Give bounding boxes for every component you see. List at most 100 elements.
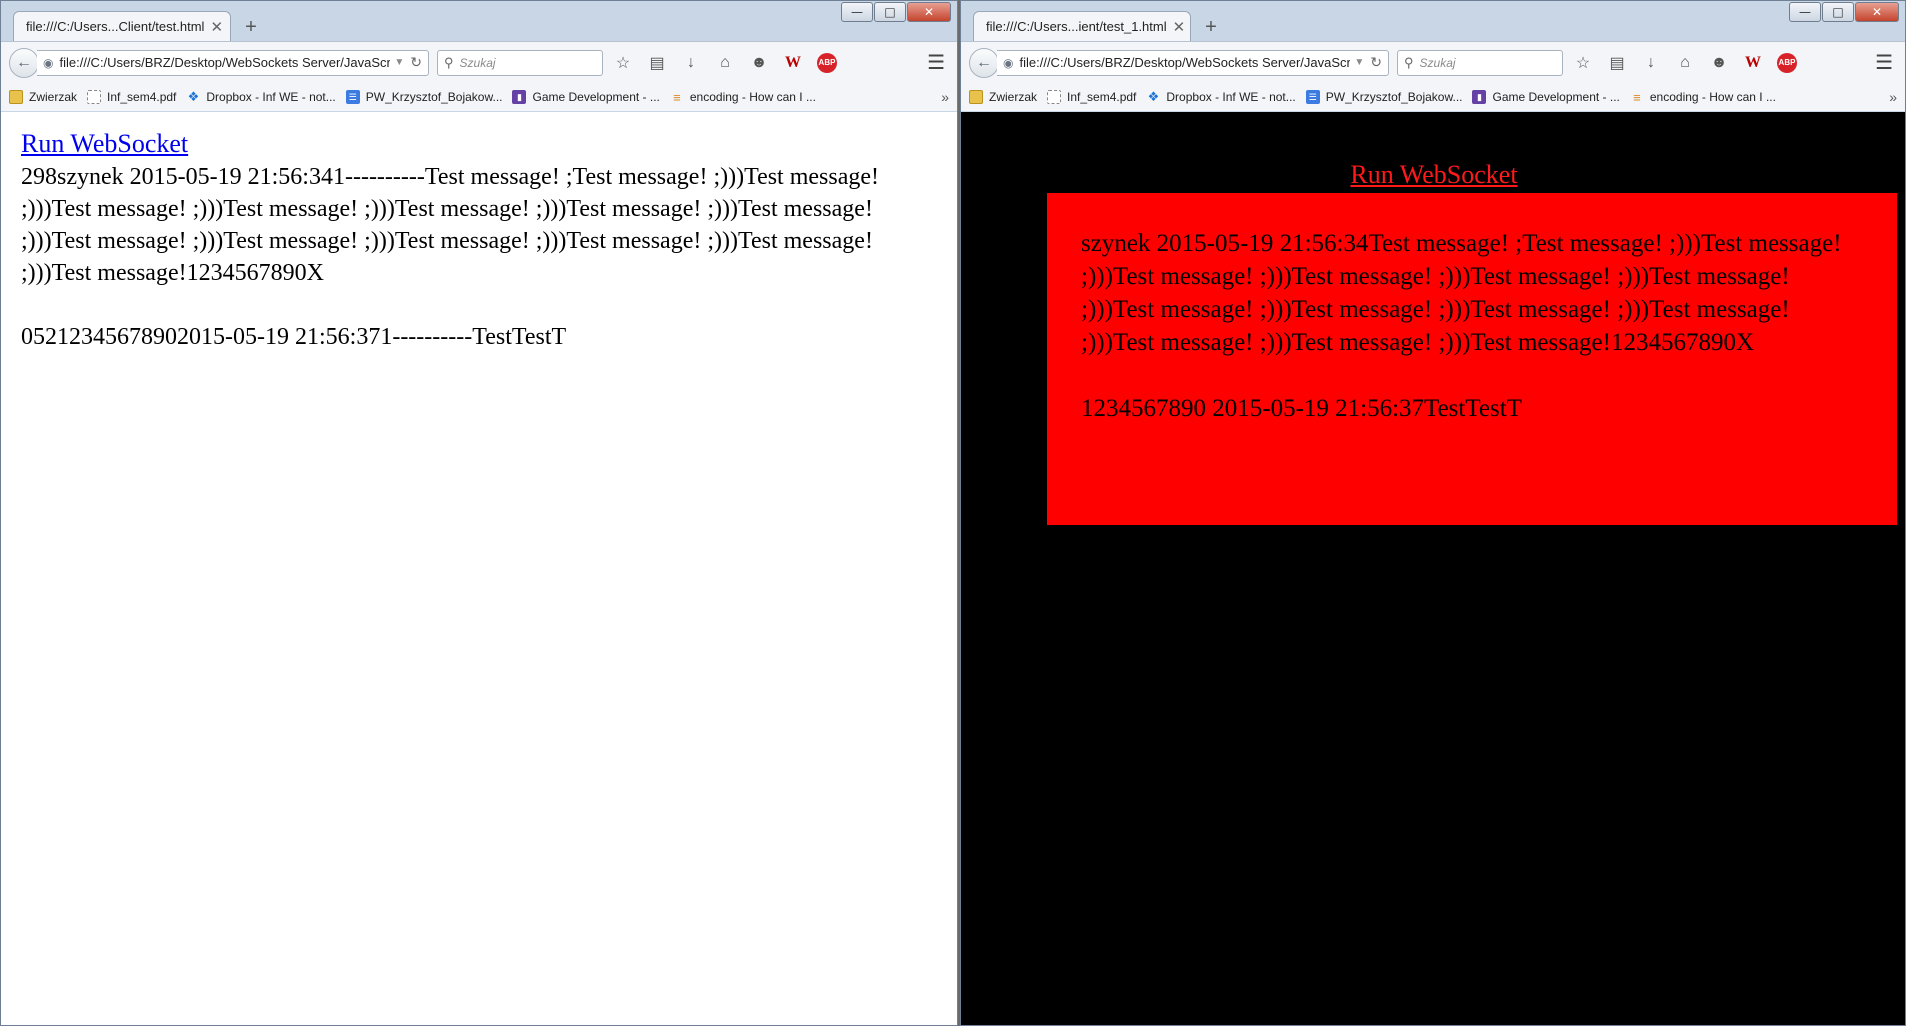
run-link-wrapper: Run WebSocket bbox=[961, 160, 1905, 190]
minimize-button[interactable]: — bbox=[1789, 2, 1821, 22]
bookmarks-toolbar: Zwierzak Inf_sem4.pdf ❖ Dropbox - Inf WE … bbox=[1, 83, 957, 111]
download-icon[interactable]: ↓ bbox=[681, 54, 701, 72]
tab-title: file:///C:/Users...ient/test_1.html bbox=[986, 19, 1167, 34]
bookmark-item[interactable]: Inf_sem4.pdf bbox=[87, 90, 176, 104]
home-icon[interactable]: ⌂ bbox=[715, 54, 735, 72]
close-window-button[interactable]: ✕ bbox=[1855, 2, 1899, 22]
url-text: file:///C:/Users/BRZ/Desktop/WebSockets … bbox=[1019, 55, 1351, 70]
bookmarks-toolbar: Zwierzak Inf_sem4.pdf ❖ Dropbox - Inf WE … bbox=[961, 83, 1905, 111]
history-dropdown-icon[interactable]: ▼ bbox=[1354, 57, 1364, 68]
bookmark-star-icon[interactable]: ☆ bbox=[1573, 53, 1593, 73]
new-tab-button[interactable]: + bbox=[237, 13, 265, 41]
bookmarks-overflow-icon[interactable]: » bbox=[941, 89, 949, 105]
minimize-button[interactable]: — bbox=[841, 2, 873, 22]
search-placeholder: Szukaj bbox=[1419, 55, 1456, 70]
doc-icon: ☰ bbox=[1305, 90, 1320, 104]
reading-list-icon[interactable]: ▤ bbox=[647, 53, 667, 73]
message-box: szynek 2015-05-19 21:56:34Test message! … bbox=[1047, 193, 1897, 525]
chat-icon[interactable]: ☻ bbox=[749, 54, 769, 72]
browser-window-right: — □ ✕ file:///C:/Users...ient/test_1.htm… bbox=[960, 0, 1906, 1026]
search-input[interactable]: ⚲ Szukaj bbox=[437, 49, 603, 76]
line-break bbox=[21, 289, 937, 321]
reload-icon[interactable]: ↻ bbox=[410, 54, 422, 71]
globe-icon: ◉ bbox=[43, 55, 54, 70]
adblock-icon[interactable]: ABP bbox=[817, 52, 837, 73]
menu-icon[interactable]: ☰ bbox=[927, 50, 949, 75]
bookmark-label: Dropbox - Inf WE - not... bbox=[1166, 90, 1296, 104]
tab-test-html[interactable]: file:///C:/Users...Client/test.html ✕ bbox=[13, 11, 231, 41]
bookmark-item[interactable]: ☰ PW_Krzysztof_Bojakow... bbox=[345, 90, 503, 104]
navigation-toolbar: ← ◉ file:///C:/Users/BRZ/Desktop/WebSock… bbox=[961, 41, 1905, 83]
twitch-icon: ▮ bbox=[512, 90, 527, 104]
maximize-button[interactable]: □ bbox=[1822, 2, 1854, 22]
message-text: szynek 2015-05-19 21:56:34Test message! … bbox=[1081, 230, 1842, 356]
search-icon: ⚲ bbox=[1404, 54, 1414, 70]
dropbox-icon: ❖ bbox=[187, 89, 200, 104]
bookmark-label: PW_Krzysztof_Bojakow... bbox=[365, 90, 503, 104]
bookmark-item[interactable]: ▮ Game Development - ... bbox=[1472, 90, 1620, 104]
address-bar[interactable]: ◉ file:///C:/Users/BRZ/Desktop/WebSocket… bbox=[997, 49, 1389, 76]
wikipedia-icon[interactable]: W bbox=[783, 54, 803, 72]
line-break bbox=[1081, 359, 1863, 392]
bookmark-item[interactable]: ≡ encoding - How can I ... bbox=[1630, 89, 1776, 105]
page-icon bbox=[87, 90, 102, 104]
chat-icon[interactable]: ☻ bbox=[1709, 54, 1729, 72]
home-icon[interactable]: ⌂ bbox=[1675, 54, 1695, 72]
toolbar-icons: ☆ ▤ ↓ ⌂ ☻ W ABP bbox=[613, 52, 837, 73]
tab-close-icon[interactable]: ✕ bbox=[1173, 18, 1186, 36]
tab-close-icon[interactable]: ✕ bbox=[210, 18, 223, 36]
run-websocket-link[interactable]: Run WebSocket bbox=[1350, 160, 1517, 189]
maximize-button[interactable]: □ bbox=[874, 2, 906, 22]
reload-icon[interactable]: ↻ bbox=[1370, 54, 1382, 71]
desktop: — □ ✕ file:///C:/Users...Client/test.htm… bbox=[0, 0, 1906, 1026]
bookmark-label: Zwierzak bbox=[989, 90, 1038, 104]
bookmark-item[interactable]: ☰ PW_Krzysztof_Bojakow... bbox=[1305, 90, 1462, 104]
bookmark-item[interactable]: ❖ Dropbox - Inf WE - not... bbox=[186, 89, 336, 104]
search-placeholder: Szukaj bbox=[459, 55, 496, 70]
download-icon[interactable]: ↓ bbox=[1641, 54, 1661, 72]
back-button[interactable]: ← bbox=[9, 47, 39, 78]
tab-strip: file:///C:/Users...ient/test_1.html ✕ + bbox=[973, 11, 1225, 41]
tab-strip: file:///C:/Users...Client/test.html ✕ + bbox=[13, 11, 265, 41]
dropbox-icon: ❖ bbox=[1147, 89, 1160, 104]
new-tab-button[interactable]: + bbox=[1197, 13, 1225, 41]
bookmark-item[interactable]: Inf_sem4.pdf bbox=[1047, 90, 1136, 104]
bookmark-label: Inf_sem4.pdf bbox=[107, 90, 177, 104]
stackoverflow-icon: ≡ bbox=[1633, 89, 1641, 105]
bookmark-item[interactable]: ≡ encoding - How can I ... bbox=[670, 89, 816, 105]
message-text: 05212345678902015-05-19 21:56:371-------… bbox=[21, 324, 567, 350]
twitch-icon: ▮ bbox=[1472, 90, 1487, 104]
bookmark-label: Zwierzak bbox=[29, 90, 78, 104]
page-content: Run WebSocket szynek 2015-05-19 21:56:34… bbox=[961, 112, 1905, 1025]
page-icon bbox=[1047, 90, 1062, 104]
folder-icon bbox=[9, 90, 23, 104]
bookmark-item[interactable]: ❖ Dropbox - Inf WE - not... bbox=[1146, 89, 1296, 104]
navigation-toolbar: ← ◉ file:///C:/Users/BRZ/Desktop/WebSock… bbox=[1, 41, 957, 83]
window-controls: — □ ✕ bbox=[841, 2, 951, 22]
back-button[interactable]: ← bbox=[969, 47, 999, 78]
wikipedia-icon[interactable]: W bbox=[1743, 54, 1763, 72]
tab-test-1-html[interactable]: file:///C:/Users...ient/test_1.html ✕ bbox=[973, 11, 1191, 41]
history-dropdown-icon[interactable]: ▼ bbox=[394, 57, 404, 68]
stackoverflow-icon: ≡ bbox=[673, 89, 681, 105]
reading-list-icon[interactable]: ▤ bbox=[1607, 53, 1627, 73]
bookmark-item[interactable]: Zwierzak bbox=[969, 90, 1037, 104]
search-input[interactable]: ⚲ Szukaj bbox=[1397, 49, 1563, 76]
run-websocket-link[interactable]: Run WebSocket bbox=[21, 128, 188, 160]
adblock-icon[interactable]: ABP bbox=[1777, 52, 1797, 73]
menu-icon[interactable]: ☰ bbox=[1875, 50, 1897, 75]
address-bar[interactable]: ◉ file:///C:/Users/BRZ/Desktop/WebSocket… bbox=[37, 49, 429, 76]
bookmark-label: Dropbox - Inf WE - not... bbox=[206, 90, 336, 104]
bookmarks-overflow-icon[interactable]: » bbox=[1889, 89, 1897, 105]
bookmark-label: encoding - How can I ... bbox=[689, 90, 816, 104]
close-window-button[interactable]: ✕ bbox=[907, 2, 951, 22]
bookmark-label: Game Development - ... bbox=[1492, 90, 1620, 104]
bookmark-item[interactable]: Zwierzak bbox=[9, 90, 77, 104]
bookmark-star-icon[interactable]: ☆ bbox=[613, 53, 633, 73]
bookmark-item[interactable]: ▮ Game Development - ... bbox=[512, 90, 660, 104]
bookmark-label: encoding - How can I ... bbox=[1649, 90, 1776, 104]
message-text: 298szynek 2015-05-19 21:56:341----------… bbox=[21, 164, 880, 286]
bookmark-label: Inf_sem4.pdf bbox=[1067, 90, 1137, 104]
url-text: file:///C:/Users/BRZ/Desktop/WebSockets … bbox=[59, 55, 391, 70]
toolbar-icons: ☆ ▤ ↓ ⌂ ☻ W ABP bbox=[1573, 52, 1797, 73]
